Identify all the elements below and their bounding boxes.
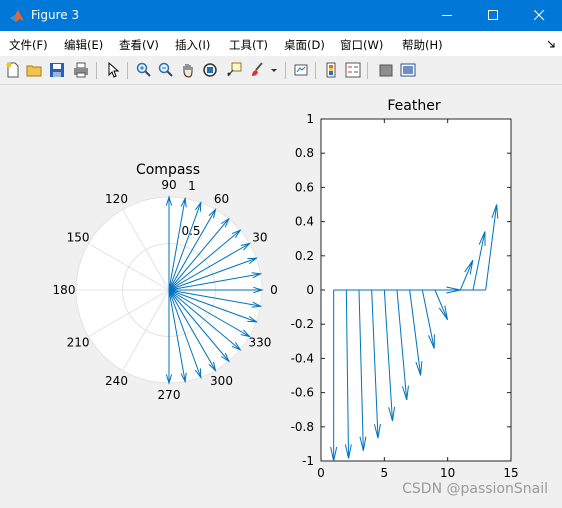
- hide-plot-tools-icon: [379, 64, 393, 77]
- print-figure-button[interactable]: [71, 60, 91, 80]
- menu-tools[interactable]: 工具(T): [229, 37, 268, 53]
- toolbar: [0, 56, 562, 85]
- compass-angle-label: 330: [248, 336, 271, 350]
- feather-x-tick-label: 10: [440, 466, 455, 480]
- compass-title: Compass: [136, 162, 200, 178]
- insert-colorbar-button[interactable]: [321, 60, 341, 80]
- compass-angle-label: 30: [252, 231, 267, 245]
- link-plot-icon: [294, 64, 308, 76]
- minimize-icon: [442, 15, 452, 16]
- menu-bar: 文件(F) 编辑(E) 查看(V) 插入(I) 工具(T) 桌面(D) 窗口(W…: [0, 31, 562, 56]
- colorbar-icon: [326, 62, 336, 78]
- compass-angle-label: 0: [270, 283, 278, 297]
- feather-x-tick-label: 0: [317, 466, 325, 480]
- matlab-logo-icon: [10, 10, 24, 22]
- menu-file[interactable]: 文件(F): [9, 37, 48, 53]
- menu-insert[interactable]: 插入(I): [175, 37, 210, 53]
- open-file-button[interactable]: [24, 60, 44, 80]
- feather-y-tick-label: -1: [302, 454, 314, 468]
- rotate-3d-icon: [203, 63, 217, 77]
- dropdown-arrow-icon: [271, 69, 277, 72]
- save-figure-button[interactable]: [47, 60, 67, 80]
- menu-desktop[interactable]: 桌面(D): [284, 37, 325, 53]
- feather-axes[interactable]: Feather 0 5 10 15 -1 -0.8 -0.6 -0.4 -0.2 0 0.2 0.4 0…: [291, 98, 519, 480]
- compass-angle-label: 180: [53, 283, 76, 297]
- pan-button[interactable]: [178, 60, 198, 80]
- compass-angle-label: 270: [158, 388, 181, 402]
- compass-angle-label: 60: [214, 192, 229, 206]
- toolbar-separator: [127, 62, 128, 79]
- title-bar: Figure 3: [0, 0, 562, 31]
- window-title: Figure 3: [31, 8, 80, 22]
- menubar-dock-arrow-icon[interactable]: [548, 40, 556, 48]
- feather-y-tick-label: 0.2: [295, 249, 314, 263]
- pointer-icon: [108, 62, 120, 78]
- feather-title: Feather: [387, 98, 440, 114]
- data-cursor-button[interactable]: [224, 60, 244, 80]
- zoom-in-button[interactable]: [134, 60, 154, 80]
- toolbar-separator: [285, 62, 286, 79]
- watermark: CSDN @passionSnail: [402, 481, 548, 497]
- data-cursor-icon: [227, 62, 242, 77]
- menu-edit[interactable]: 编辑(E): [64, 37, 103, 53]
- figure-canvas: Compass 0 30 60 90 120 150 180 210 240 270 300 330 0…: [1, 85, 560, 505]
- maximize-button[interactable]: [470, 0, 516, 31]
- toolbar-separator: [367, 62, 368, 79]
- feather-y-tick-label: 0.6: [295, 180, 314, 194]
- feather-y-tick-label: 0.4: [295, 215, 314, 229]
- maximize-icon: [488, 10, 498, 20]
- toolbar-separator: [315, 62, 316, 79]
- rotate-3d-button[interactable]: [200, 60, 220, 80]
- compass-angle-label: 210: [67, 336, 90, 350]
- hide-plot-tools-button[interactable]: [376, 60, 396, 80]
- toolbar-separator: [96, 62, 97, 79]
- new-figure-button[interactable]: [3, 60, 23, 80]
- zoom-out-icon: [158, 62, 173, 77]
- brush-icon: [252, 62, 263, 76]
- insert-legend-button[interactable]: [343, 60, 363, 80]
- save-icon: [50, 63, 64, 77]
- menu-window[interactable]: 窗口(W): [340, 37, 383, 53]
- new-file-icon: [6, 62, 19, 78]
- compass-axes[interactable]: Compass 0 30 60 90 120 150 180 210 240 270 300 330 0…: [53, 162, 278, 402]
- feather-y-tick-label: -0.8: [291, 420, 314, 434]
- show-plot-tools-icon: [400, 63, 416, 77]
- compass-angle-label: 150: [67, 231, 90, 245]
- brush-dropdown-button[interactable]: [268, 60, 280, 80]
- compass-angle-label: 90: [161, 178, 176, 192]
- open-folder-icon: [26, 65, 42, 77]
- minimize-button[interactable]: [424, 0, 470, 31]
- menu-view[interactable]: 查看(V): [119, 37, 159, 53]
- feather-y-tick-label: -0.4: [291, 351, 314, 365]
- link-plot-button[interactable]: [291, 60, 311, 80]
- compass-radius-label: 1: [188, 179, 196, 193]
- close-button[interactable]: [516, 0, 562, 31]
- feather-y-tick-label: 0.8: [295, 146, 314, 160]
- feather-y-tick-label: -0.2: [291, 317, 314, 331]
- compass-angle-label: 240: [105, 374, 128, 388]
- feather-y-tick-label: 1: [306, 112, 314, 126]
- legend-icon: [345, 62, 361, 78]
- zoom-out-button[interactable]: [156, 60, 176, 80]
- feather-y-tick-label: -0.6: [291, 386, 314, 400]
- brush-button[interactable]: [248, 60, 268, 80]
- compass-angle-label: 300: [210, 374, 233, 388]
- edit-plot-button[interactable]: [103, 60, 123, 80]
- feather-x-tick-label: 5: [381, 466, 389, 480]
- zoom-in-icon: [136, 62, 151, 77]
- compass-radius-label: 0.5: [181, 224, 200, 238]
- feather-y-tick-label: 0: [306, 283, 314, 297]
- show-plot-tools-button[interactable]: [398, 60, 418, 80]
- menu-help[interactable]: 帮助(H): [402, 37, 443, 53]
- compass-angle-label: 120: [105, 192, 128, 206]
- print-icon: [74, 62, 88, 78]
- close-icon: [534, 10, 545, 21]
- figure-plots: Compass 03060901201501802102402703003300…: [53, 98, 519, 480]
- pan-hand-icon: [183, 64, 193, 78]
- feather-x-tick-label: 15: [503, 466, 518, 480]
